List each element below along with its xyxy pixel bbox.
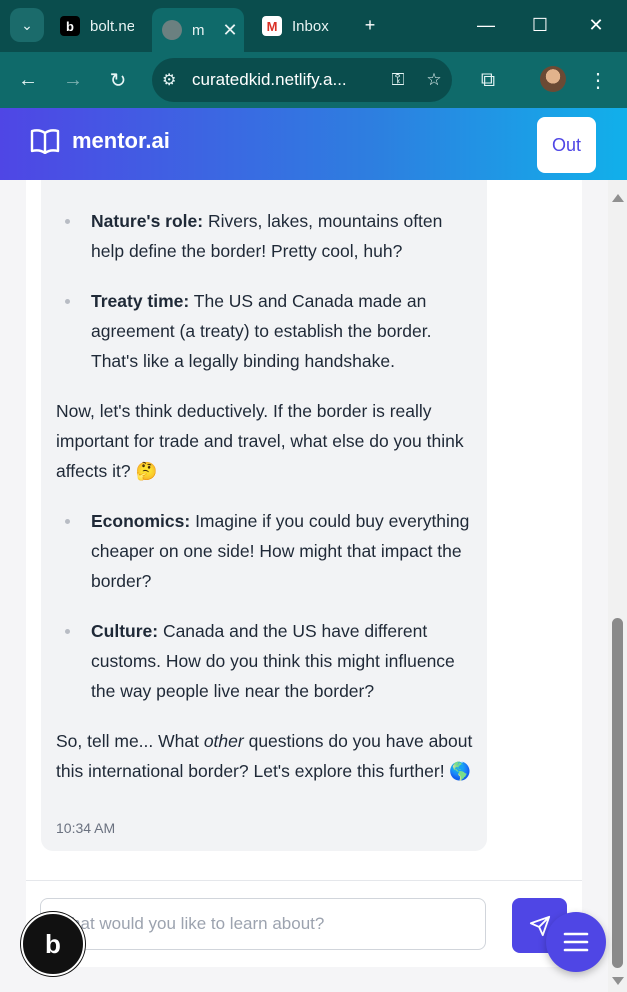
tab-label: m [192, 21, 205, 39]
maximize-icon[interactable]: ☐ [520, 8, 560, 42]
list-item-title: Nature's role: [91, 211, 204, 231]
chevron-down-icon: ⌄ [21, 16, 33, 33]
scroll-up-arrow-icon[interactable] [612, 194, 624, 202]
message-paragraph: Now, let's think deductively. If the bor… [56, 401, 464, 481]
brand: mentor.ai [30, 128, 170, 154]
message-timestamp: 10:34 AM [56, 820, 116, 836]
tab-bolt[interactable]: b bolt.ne [60, 8, 150, 44]
app-header: mentor.ai Out [0, 108, 627, 180]
browser-toolbar: ← → ↻ ⚙ curatedkid.netlify.a... ⚿ ☆ ⧉ ⋮ [0, 52, 627, 108]
site-info-icon[interactable]: ⚙ [162, 70, 192, 90]
bookmark-star-icon[interactable]: ☆ [416, 70, 452, 90]
chat-input[interactable] [40, 898, 486, 950]
list-item: Nature's role: Rivers, lakes, mountains … [56, 206, 476, 266]
message-text: So, tell me... What [56, 731, 204, 751]
password-key-icon[interactable]: ⚿ [380, 70, 416, 90]
extensions-icon[interactable]: ⧉ [470, 62, 506, 98]
bolt-logo-icon: b [45, 928, 61, 959]
forward-icon[interactable]: → [55, 62, 91, 98]
minimize-icon[interactable]: — [466, 8, 506, 42]
chat-area: Nature's role: Rivers, lakes, mountains … [0, 180, 608, 992]
list-item: Treaty time: The US and Canada made an a… [56, 286, 476, 376]
tab-inbox[interactable]: M Inbox [262, 8, 342, 44]
back-icon[interactable]: ← [10, 62, 46, 98]
list-item: Culture: Canada and the US have differen… [56, 616, 476, 706]
url-text: curatedkid.netlify.a... [192, 70, 347, 89]
tab-mentor[interactable]: m ✕ [152, 8, 244, 52]
page-scrollbar[interactable] [608, 180, 627, 992]
message-paragraph: So, tell me... What other questions do y… [56, 726, 476, 786]
list-item-title: Culture: [91, 621, 159, 641]
menu-button[interactable] [546, 912, 606, 972]
message-list: Nature's role: Rivers, lakes, mountains … [56, 206, 476, 376]
sign-out-button[interactable]: Out [537, 117, 596, 173]
brand-name: mentor.ai [72, 128, 170, 153]
reload-icon[interactable]: ↻ [100, 62, 136, 98]
bolt-favicon-icon: b [60, 16, 80, 36]
browser-menu-icon[interactable]: ⋮ [580, 62, 616, 98]
tab-label: bolt.ne [90, 17, 134, 35]
assistant-message: Nature's role: Rivers, lakes, mountains … [56, 180, 476, 786]
address-bar[interactable]: ⚙ curatedkid.netlify.a... ⚿ ☆ [152, 58, 452, 102]
scrollbar-thumb[interactable] [612, 618, 623, 968]
list-item: Economics: Imagine if you could buy ever… [56, 506, 476, 596]
browser-tab-strip: ⌄ b bolt.ne m ✕ M Inbox + — ☐ ✕ [0, 0, 627, 52]
tab-search-button[interactable]: ⌄ [10, 8, 44, 42]
open-book-icon [30, 129, 60, 154]
list-item-title: Economics: [91, 511, 191, 531]
globe-favicon-icon [162, 20, 182, 40]
close-window-icon[interactable]: ✕ [576, 8, 616, 42]
hamburger-menu-icon [563, 932, 589, 952]
bolt-badge[interactable]: b [21, 912, 85, 976]
scroll-down-arrow-icon[interactable] [612, 977, 624, 985]
new-tab-icon[interactable]: + [350, 8, 390, 42]
close-tab-icon[interactable]: ✕ [223, 20, 238, 41]
message-emphasis: other [203, 731, 244, 751]
chat-input-bar [26, 880, 582, 967]
message-list: Economics: Imagine if you could buy ever… [56, 506, 476, 706]
tab-label: Inbox [292, 17, 329, 35]
gmail-favicon-icon: M [262, 16, 282, 36]
profile-avatar[interactable] [540, 66, 566, 92]
list-item-title: Treaty time: [91, 291, 190, 311]
